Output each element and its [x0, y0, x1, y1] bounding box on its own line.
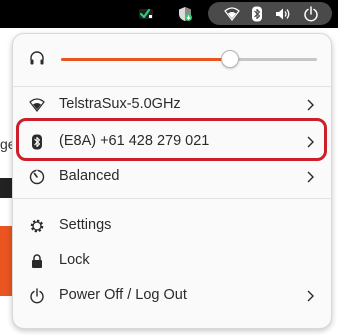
- wifi-item[interactable]: TelstraSux-5.0GHz: [13, 88, 331, 122]
- gear-icon: [30, 219, 44, 233]
- wifi-item-label: TelstraSux-5.0GHz: [59, 96, 181, 112]
- background-text: ge: [0, 136, 12, 152]
- chevron-right-icon: [307, 290, 314, 302]
- settings-item-label: Settings: [59, 217, 112, 233]
- volume-slider-handle[interactable]: [220, 50, 239, 68]
- top-bar: [0, 0, 338, 28]
- power-mode-item-label: Balanced: [59, 168, 120, 184]
- power-mode-icon: [29, 169, 45, 185]
- lock-item-label: Lock: [59, 252, 90, 268]
- separator: [13, 86, 331, 87]
- bluetooth-item-label: (E8A) +61 428 279 021: [59, 133, 210, 149]
- volume-slider-fill: [61, 58, 230, 61]
- chevron-right-icon: [307, 171, 314, 183]
- bluetooth-icon: [252, 6, 262, 21]
- background-window: ge: [0, 28, 12, 335]
- power-off-item[interactable]: Power Off / Log Out: [13, 279, 331, 313]
- volume-slider[interactable]: [61, 58, 317, 61]
- bluetooth-item[interactable]: (E8A) +61 428 279 021: [13, 125, 331, 159]
- quick-settings-menu: TelstraSux-5.0GHz (E8A) +61 428 279 021 …: [12, 33, 332, 329]
- background-dark-block: [0, 178, 12, 198]
- wifi-icon: [29, 98, 45, 112]
- background-orange-block: [0, 226, 12, 296]
- speaker-volume-icon: [276, 8, 290, 19]
- chevron-right-icon: [307, 99, 314, 111]
- settings-item[interactable]: Settings: [13, 209, 331, 243]
- chevron-right-icon: [307, 136, 314, 148]
- power-mode-item[interactable]: Balanced: [13, 160, 331, 194]
- shield-update-icon[interactable]: [177, 6, 193, 22]
- status-checkmark-icon[interactable]: [138, 6, 154, 22]
- power-off-item-label: Power Off / Log Out: [59, 287, 187, 303]
- wifi-icon: [224, 6, 240, 21]
- volume-row: [13, 34, 331, 86]
- power-icon: [30, 288, 44, 304]
- system-status-pill[interactable]: [208, 2, 332, 25]
- lock-item[interactable]: Lock: [13, 244, 331, 278]
- bluetooth-icon: [32, 134, 42, 150]
- power-icon: [304, 5, 318, 21]
- headphones-icon: [30, 51, 44, 65]
- separator: [13, 198, 331, 199]
- lock-icon: [32, 254, 42, 268]
